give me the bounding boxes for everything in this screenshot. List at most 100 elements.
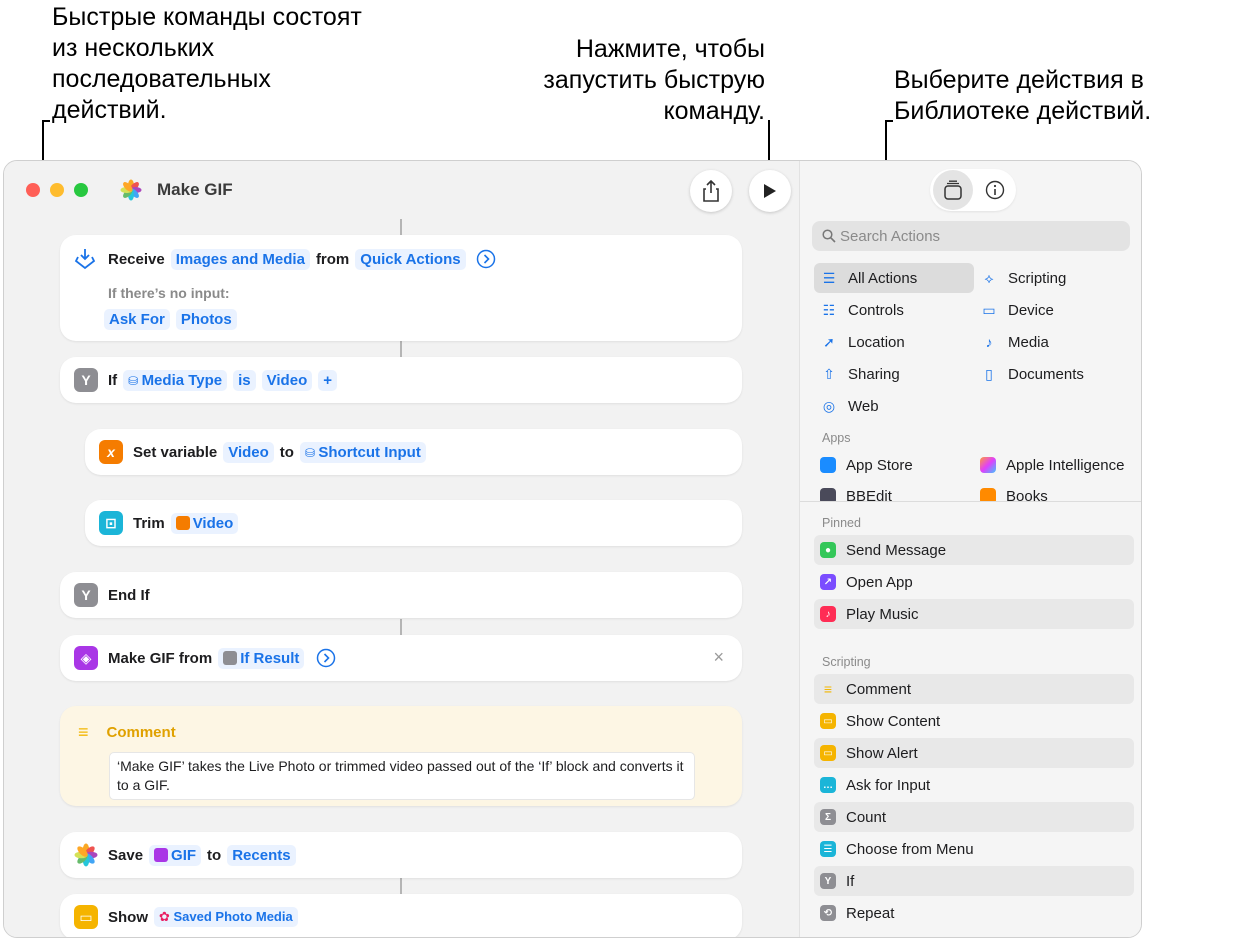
action-label: Send Message xyxy=(846,541,947,559)
shortcut-input-icon xyxy=(74,249,96,270)
gif-text: GIF xyxy=(171,846,197,864)
category-all-actions[interactable]: ☰ All Actions xyxy=(814,263,974,293)
gif-token[interactable]: GIF xyxy=(149,844,202,866)
trim-video-token[interactable]: Video xyxy=(170,512,239,534)
recents-token[interactable]: Recents xyxy=(227,844,296,866)
play-icon xyxy=(764,184,776,198)
app-books[interactable]: Books xyxy=(980,481,1130,501)
show-content-icon: ▭ xyxy=(74,905,98,929)
script-show-content[interactable]: ▭ Show Content xyxy=(814,706,1134,736)
app-label: Apple Intelligence xyxy=(1006,456,1125,474)
category-documents[interactable]: ▯ Documents xyxy=(980,359,1130,389)
action-label: Play Music xyxy=(846,605,919,623)
repeat-icon: ⟲ xyxy=(820,905,836,921)
action-library-button[interactable] xyxy=(933,170,973,210)
category-label: Scripting xyxy=(1008,269,1067,287)
shortcut-input-token[interactable]: ⛁ Shortcut Input xyxy=(299,441,426,463)
category-label: Device xyxy=(1008,301,1054,319)
trim-label: Trim xyxy=(133,514,165,532)
category-sharing[interactable]: ⇧ Sharing xyxy=(820,359,970,389)
show-label: Show xyxy=(108,908,148,926)
info-icon xyxy=(985,180,1005,200)
callout-actions-sequence: Быстрые команды состоят из нескольких по… xyxy=(52,3,362,124)
script-count[interactable]: Σ Count xyxy=(814,802,1134,832)
pinned-send-message[interactable]: ● Send Message xyxy=(814,535,1134,565)
add-condition-button[interactable]: + xyxy=(318,369,337,391)
alert-icon: ▭ xyxy=(820,745,836,761)
app-app-store[interactable]: App Store xyxy=(820,450,970,480)
share-icon: ⇧ xyxy=(823,365,835,382)
run-button[interactable] xyxy=(749,170,791,212)
variable-name-token[interactable]: Video xyxy=(223,441,274,463)
photos-flower-icon xyxy=(74,843,98,867)
ask-input-icon: … xyxy=(820,777,836,793)
callout-line xyxy=(885,120,893,122)
search-actions-field[interactable]: Search Actions xyxy=(812,221,1130,251)
sigma-icon: Σ xyxy=(820,809,836,825)
script-ask-for-input[interactable]: … Ask for Input xyxy=(814,770,1134,800)
script-show-alert[interactable]: ▭ Show Alert xyxy=(814,738,1134,768)
category-scripting[interactable]: ⟡ Scripting xyxy=(980,263,1130,293)
script-comment[interactable]: ≡ Comment xyxy=(814,674,1134,704)
make-gif-label: Make GIF from xyxy=(108,649,213,667)
zoom-window-button[interactable] xyxy=(74,183,88,197)
receive-action-card[interactable]: Receive Images and Media from Quick Acti… xyxy=(60,235,742,341)
app-apple-intelligence[interactable]: Apple Intelligence xyxy=(980,450,1140,480)
callout-line xyxy=(42,120,50,122)
input-type-token[interactable]: Images and Media xyxy=(170,248,310,270)
if-branch-icon: Y xyxy=(74,368,98,392)
script-choose-from-menu[interactable]: ☰ Choose from Menu xyxy=(814,834,1134,864)
photos-flower-icon xyxy=(120,179,142,201)
comment-text[interactable]: ‘Make GIF’ takes the Live Photo or trimm… xyxy=(109,752,695,800)
media-type-token[interactable]: ⛁ Media Type xyxy=(123,369,228,391)
action-label: Repeat xyxy=(846,904,895,922)
category-web[interactable]: ◎ Web xyxy=(820,391,970,421)
comment-card[interactable]: ≡ Comment ‘Make GIF’ takes the Live Phot… xyxy=(60,706,742,806)
script-if[interactable]: Y If xyxy=(814,866,1134,896)
menu-icon: ☰ xyxy=(820,841,836,857)
end-if-card[interactable]: Y End If xyxy=(60,572,742,618)
video-token[interactable]: Video xyxy=(261,369,313,391)
share-button[interactable] xyxy=(690,170,732,212)
library-stack-icon xyxy=(944,180,962,200)
chevron-right-circle-icon[interactable] xyxy=(476,249,496,269)
saved-photo-media-text: Saved Photo Media xyxy=(173,909,293,924)
category-label: Sharing xyxy=(848,365,900,383)
remove-action-button[interactable]: × xyxy=(713,647,724,668)
category-device[interactable]: ▭ Device xyxy=(980,295,1130,325)
source-token[interactable]: Quick Actions xyxy=(355,248,466,270)
show-action-card[interactable]: ▭ Show ✿ Saved Photo Media xyxy=(60,894,742,937)
display-icon: ▭ xyxy=(982,301,996,318)
pinned-play-music[interactable]: ♪ Play Music xyxy=(814,599,1134,629)
make-gif-card[interactable]: ◈ Make GIF from If Result × xyxy=(60,635,742,681)
action-label: Comment xyxy=(846,680,912,698)
apps-overflow-clip: BBEdit Books xyxy=(800,479,1141,501)
photos-token[interactable]: Photos xyxy=(175,309,237,330)
action-library-sidebar: Search Actions ☰ All Actions ⟡ Scripting ☷… xyxy=(799,161,1141,937)
if-action-card[interactable]: Y If ⛁ Media Type is Video + xyxy=(60,357,742,403)
trim-action-card[interactable]: ⊡ Trim Video xyxy=(85,500,742,546)
ask-for-token[interactable]: Ask For xyxy=(104,309,170,330)
app-bbedit[interactable]: BBEdit xyxy=(820,481,970,501)
saved-photo-media-token[interactable]: ✿ Saved Photo Media xyxy=(154,907,298,927)
if-branch-icon: Y xyxy=(820,873,836,889)
chevron-right-circle-icon[interactable] xyxy=(316,648,336,668)
info-button[interactable] xyxy=(975,170,1015,210)
is-token[interactable]: is xyxy=(233,369,256,391)
close-window-button[interactable] xyxy=(26,183,40,197)
category-controls[interactable]: ☷ Controls xyxy=(820,295,970,325)
set-variable-card[interactable]: x Set variable Video to ⛁ Shortcut Input xyxy=(85,429,742,475)
callout-run-shortcut: Нажмите, чтобы запустить быструю команду… xyxy=(543,35,765,125)
if-result-token[interactable]: If Result xyxy=(218,647,305,669)
category-location[interactable]: ➚ Location xyxy=(820,327,970,357)
variable-x-icon: x xyxy=(99,440,123,464)
pinned-open-app[interactable]: ↗ Open App xyxy=(814,567,1134,597)
apps-section-header: Apps xyxy=(822,431,851,445)
if-label: If xyxy=(108,371,118,389)
script-repeat[interactable]: ⟲ Repeat xyxy=(814,898,1134,928)
compass-icon: ◎ xyxy=(822,397,836,414)
to-label: to xyxy=(279,443,294,461)
category-media[interactable]: ♪ Media xyxy=(980,327,1130,357)
minimize-window-button[interactable] xyxy=(50,183,64,197)
save-action-card[interactable]: Save GIF to Recents xyxy=(60,832,742,878)
